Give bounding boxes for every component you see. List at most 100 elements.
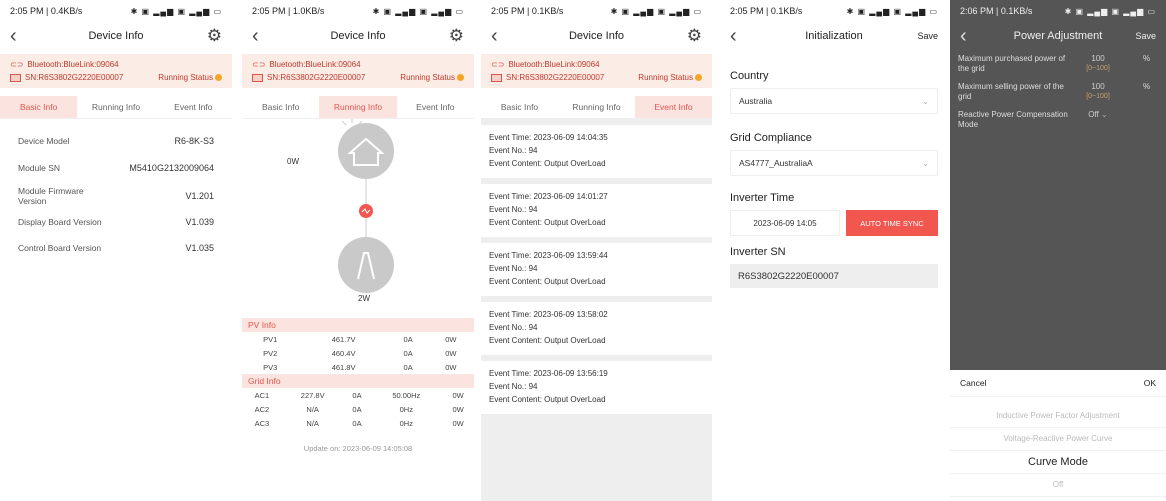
status-time: 2:05 PM | 0.1KB/s (730, 6, 803, 16)
tab-basic-info[interactable]: Basic Info (0, 96, 78, 118)
gear-icon[interactable]: ⚙ (449, 26, 464, 46)
screen-running-info: 2:05 PM | 1.0KB/s ✱ ▣ ▂▄▆ ▣ ▂▄▆ ▭ ‹ Devi… (242, 0, 474, 501)
save-button[interactable]: Save (917, 31, 938, 41)
status-icons: ✱ ▣ ▂▄▆ ▣ ▂▄▆ ▭ (1064, 6, 1156, 16)
link-icon: ⊂⊃ (10, 60, 24, 69)
cancel-button[interactable]: Cancel (960, 378, 986, 388)
tab-running-info[interactable]: Running Info (558, 96, 635, 118)
table-row: PV3 461.8V 0A 0W (263, 362, 457, 372)
save-button[interactable]: Save (1135, 31, 1156, 41)
serial-number: SN:R6S3802G2220E00007 (267, 73, 366, 82)
list-item[interactable]: Event Time: 2023-06-09 13:59:44 Event No.… (481, 243, 712, 296)
status-icons: ✱ ▣ ▂▄▆ ▣ ▂▄▆ ▭ (846, 6, 938, 16)
app-header: ‹ Device Info ⚙ (481, 22, 712, 50)
inverter-sn-label: Inverter SN (730, 246, 786, 258)
inverter-sn-value: R6S3802G2220E00007 (730, 264, 938, 288)
back-icon[interactable]: ‹ (960, 26, 967, 46)
screen-event-info: 2:05 PM | 0.1KB/s ✱ ▣ ▂▄▆ ▣ ▂▄▆ ▭ ‹ Devi… (481, 0, 712, 501)
status-bar: 2:05 PM | 1.0KB/s ✱ ▣ ▂▄▆ ▣ ▂▄▆ ▭ (242, 0, 474, 22)
tab-event-info[interactable]: Event Info (155, 96, 232, 118)
info-row: Module Firmware Version V1.201 (18, 186, 214, 206)
page-title: Device Info (568, 30, 625, 42)
back-icon[interactable]: ‹ (491, 26, 498, 46)
max-selling-input[interactable]: 100 [0~100] (1073, 82, 1123, 102)
max-purchased-input[interactable]: 100 [0~100] (1073, 54, 1123, 74)
status-bar: 2:05 PM | 0.1KB/s ✱ ▣ ▂▄▆ ▣ ▂▄▆ ▭ (481, 0, 712, 22)
picker-option[interactable]: Voltage-Reactive Power Curve (950, 428, 1166, 451)
grid-table: AC1 227.8V 0A 50.00Hz 0W AC2 N/A 0A 0Hz 0W AC3 N/… (242, 388, 474, 430)
table-row: AC1 227.8V 0A 50.00Hz 0W (254, 390, 464, 400)
running-status[interactable]: Running Status (158, 73, 222, 82)
serial-icon (491, 73, 502, 82)
chevron-down-icon: ⌄ (1101, 110, 1108, 119)
list-item[interactable]: Event Time: 2023-06-09 13:56:19 Event No.… (481, 361, 712, 414)
max-purchased-row: Maximum purchased power of the grid 100[… (958, 54, 1151, 74)
tab-running-info[interactable]: Running Info (77, 96, 154, 118)
home-node (338, 123, 394, 179)
tab-event-info[interactable]: Event Info (635, 96, 712, 118)
list-item[interactable]: Event Time: 2023-06-09 13:58:02 Event No.… (481, 302, 712, 355)
pv-info-header: PV Info (242, 318, 474, 332)
inverter-time-label: Inverter Time (730, 192, 795, 204)
auto-time-sync-button[interactable]: AUTO TIME SYNC (846, 210, 938, 236)
back-icon[interactable]: ‹ (252, 26, 259, 46)
page-title: Initialization (805, 30, 863, 42)
app-header: ‹ Device Info ⚙ (242, 22, 474, 50)
status-time: 2:05 PM | 0.1KB/s (491, 6, 564, 16)
reactive-mode-select[interactable]: Off ⌄ (1073, 110, 1123, 120)
pv-power: 2W (358, 294, 370, 303)
tab-bar: Basic Info Running Info Event Info (242, 96, 474, 119)
update-timestamp: Update on: 2023-06-09 14:05:08 (303, 444, 413, 453)
running-status[interactable]: Running Status (400, 73, 464, 82)
page-title: Device Info (330, 30, 386, 42)
energy-flow-diagram: 0W (242, 119, 474, 294)
tab-basic-info[interactable]: Basic Info (481, 96, 558, 118)
status-icons: ✱ ▣ ▂▄▆ ▣ ▂▄▆ ▭ (130, 6, 222, 16)
tab-bar: Basic Info Running Info Event Info (0, 96, 232, 119)
inverter-time-field[interactable]: 2023-06-09 14:05 (730, 210, 840, 236)
serial-icon (10, 73, 21, 82)
country-label: Country (730, 70, 769, 82)
pv-node (338, 237, 394, 293)
bluetooth-label: Bluetooth:BlueLink:09064 (269, 60, 361, 69)
screen-power-adjustment: 2:06 PM | 0.1KB/s ✱ ▣ ▂▄▆ ▣ ▂▄▆ ▭ ‹ Powe… (950, 0, 1166, 501)
serial-icon (252, 73, 263, 82)
picker-sheet: Cancel OK Inductive Power Factor Adjustm… (950, 370, 1166, 501)
tab-event-info[interactable]: Event Info (397, 96, 474, 118)
bluetooth-label: Bluetooth:BlueLink:09064 (27, 60, 119, 69)
status-time: 2:06 PM | 0.1KB/s (960, 6, 1033, 16)
link-icon: ⊂⊃ (491, 60, 505, 69)
screen-initialization: 2:05 PM | 0.1KB/s ✱ ▣ ▂▄▆ ▣ ▂▄▆ ▭ ‹ Init… (720, 0, 948, 501)
status-time: 2:05 PM | 1.0KB/s (252, 6, 325, 16)
ok-button[interactable]: OK (1144, 378, 1156, 388)
gear-icon[interactable]: ⚙ (687, 26, 702, 46)
gear-icon[interactable]: ⚙ (207, 26, 222, 46)
country-select[interactable]: Australia ⌄ (730, 88, 938, 114)
back-icon[interactable]: ‹ (10, 26, 17, 46)
back-icon[interactable]: ‹ (730, 26, 737, 46)
picker-option-selected[interactable]: Curve Mode (950, 451, 1166, 474)
table-row: PV1 461.7V 0A 0W (263, 334, 457, 344)
page-title: Device Info (88, 30, 144, 42)
app-header: ‹ Power Adjustment Save (950, 22, 1166, 50)
list-item[interactable]: Event Time: 2023-06-09 14:01:27 Event No.… (481, 184, 712, 237)
table-row: PV2 460.4V 0A 0W (263, 348, 457, 358)
app-header: ‹ Device Info ⚙ (0, 22, 232, 50)
list-item[interactable]: Event Time: 2023-06-09 14:04:35 Event No.… (481, 125, 712, 178)
page-title: Power Adjustment (1013, 30, 1103, 42)
info-row: Device Model R6-8K-S3 (18, 136, 214, 146)
bluetooth-label: Bluetooth:BlueLink:09064 (508, 60, 600, 69)
table-row: AC2 N/A 0A 0Hz 0W (254, 404, 464, 414)
app-header: ‹ Initialization Save (720, 22, 948, 50)
grid-compliance-label: Grid Compliance (730, 132, 812, 144)
grid-compliance-select[interactable]: AS4777_AustraliaA ⌄ (730, 150, 938, 176)
tab-running-info[interactable]: Running Info (319, 96, 397, 118)
link-icon: ⊂⊃ (252, 60, 266, 69)
tab-basic-info[interactable]: Basic Info (242, 96, 319, 118)
screen-basic-info: 2:05 PM | 0.4KB/s ✱ ▣ ▂▄▆ ▣ ▂▄▆ ▭ ‹ Devi… (0, 0, 232, 501)
max-selling-row: Maximum selling power of the grid 100 [0~… (958, 82, 1151, 102)
picker-option[interactable]: Inductive Power Factor Adjustment (950, 405, 1166, 428)
picker-option[interactable]: Off (950, 474, 1166, 497)
status-bar: 2:05 PM | 0.1KB/s ✱ ▣ ▂▄▆ ▣ ▂▄▆ ▭ (720, 0, 948, 22)
running-status[interactable]: Running Status (638, 73, 702, 82)
